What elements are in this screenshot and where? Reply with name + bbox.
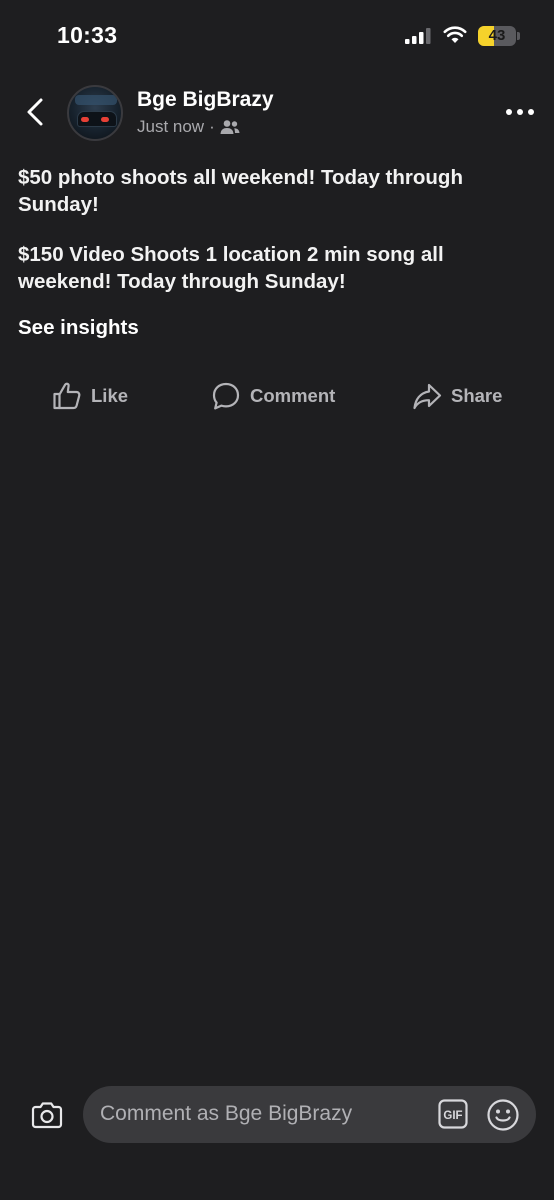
emoji-button[interactable]: [486, 1098, 520, 1132]
battery-icon: 43: [478, 26, 516, 46]
status-time: 10:33: [57, 22, 118, 48]
like-label: Like: [91, 385, 129, 406]
share-icon: [413, 383, 442, 410]
comment-input[interactable]: Comment as Bge BigBrazy GIF: [83, 1086, 536, 1143]
gif-icon: GIF: [438, 1099, 468, 1129]
post-timestamp[interactable]: Just now: [137, 117, 204, 137]
camera-icon: [31, 1102, 63, 1129]
comment-button[interactable]: Comment: [211, 378, 335, 414]
post-paragraph: $150 Video Shoots 1 location 2 min song …: [18, 243, 444, 293]
see-insights-link[interactable]: See insights: [18, 316, 139, 340]
comment-icon: [212, 382, 240, 410]
share-button[interactable]: Share: [412, 378, 502, 414]
more-options-button[interactable]: [502, 100, 538, 124]
meta-separator: ·: [209, 117, 215, 136]
cellular-signal-icon: [405, 28, 433, 49]
friends-icon[interactable]: [220, 119, 240, 135]
gif-label: GIF: [443, 1110, 462, 1122]
like-button[interactable]: Like: [52, 378, 128, 414]
battery-nub: [517, 32, 520, 40]
battery-percent: 43: [488, 27, 506, 44]
gif-button[interactable]: GIF: [438, 1099, 468, 1129]
more-horizontal-icon: [506, 109, 534, 115]
comment-placeholder: Comment as Bge BigBrazy: [100, 1102, 353, 1125]
camera-button[interactable]: [29, 1098, 65, 1132]
avatar-taillight-left: [81, 117, 89, 122]
post-meta: Just now ·: [137, 117, 240, 137]
author-name[interactable]: Bge BigBrazy: [137, 88, 274, 112]
like-icon: [53, 382, 81, 410]
avatar-taillight-right: [101, 117, 109, 122]
post-paragraph: $50 photo shoots all weekend! Today thro…: [18, 166, 463, 216]
share-label: Share: [451, 385, 503, 406]
post-text: $50 photo shoots all weekend! Today thro…: [18, 164, 538, 318]
emoji-icon: [487, 1099, 519, 1131]
back-button[interactable]: [20, 94, 50, 130]
avatar-background: [75, 95, 117, 105]
avatar[interactable]: [67, 85, 123, 141]
wifi-icon: [443, 25, 467, 50]
comment-label: Comment: [250, 385, 336, 406]
chevron-left-icon: [27, 98, 43, 126]
status-bar: 10:33 43: [0, 0, 554, 70]
